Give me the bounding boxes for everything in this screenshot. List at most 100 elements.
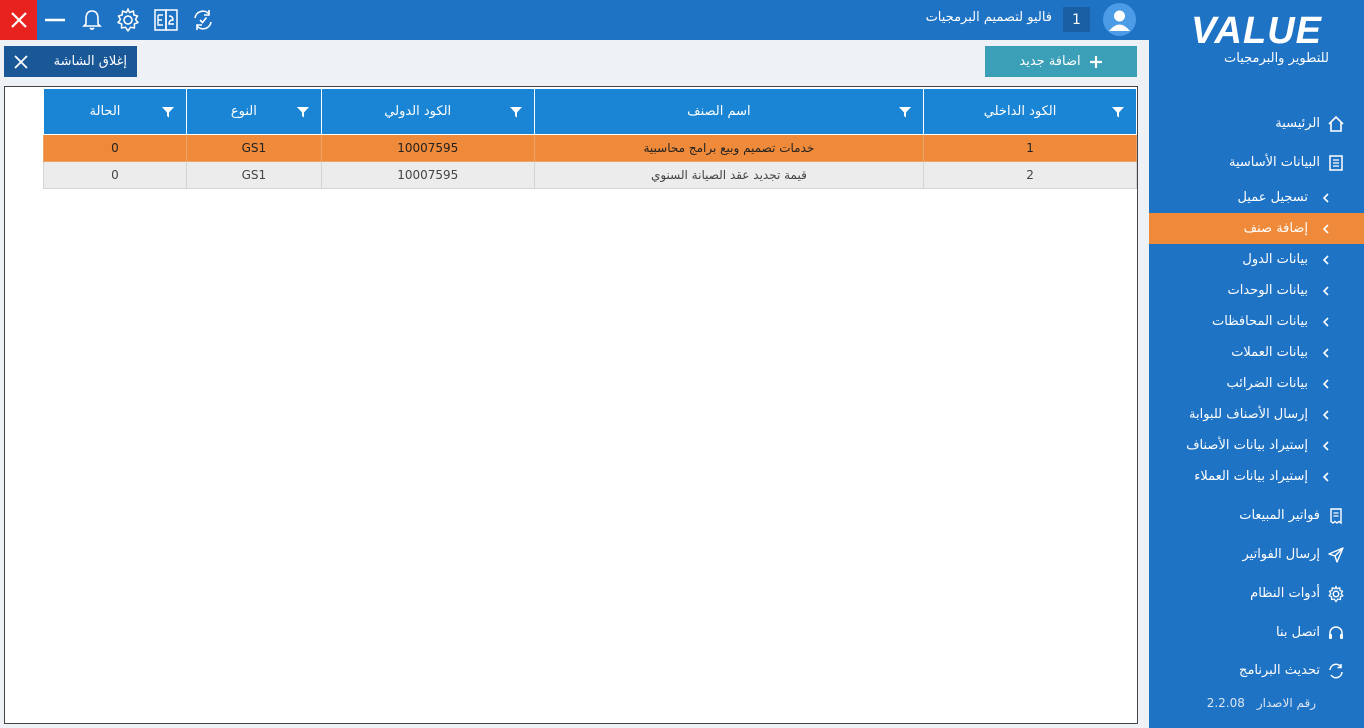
refresh-icon xyxy=(194,10,212,30)
sidebar-item-label: إرسال الأصناف للبوابة xyxy=(1189,407,1308,422)
sidebar-item-units[interactable]: بيانات الوحدات xyxy=(1149,275,1364,306)
items-grid-panel: الكود الداخلي اسم الصنف الكود الدولي الن… xyxy=(4,86,1138,724)
table-row[interactable]: 2 قيمة تجديد عقد الصيانة السنوي 10007595… xyxy=(43,161,1137,189)
close-screen-button[interactable]: إغلاق الشاشة xyxy=(4,46,137,77)
add-new-label: اضافة جديد xyxy=(1019,54,1081,69)
chevron-left-icon xyxy=(1316,374,1336,394)
close-icon xyxy=(10,12,27,28)
notifications-button[interactable] xyxy=(78,6,106,34)
sidebar-item-label: بيانات الدول xyxy=(1242,252,1308,267)
chevron-left-icon xyxy=(1316,312,1336,332)
sidebar-item-label: أدوات النظام xyxy=(1250,586,1320,601)
headset-icon xyxy=(1326,623,1346,643)
gear-icon xyxy=(117,8,139,32)
table-header-row: الكود الداخلي اسم الصنف الكود الدولي الن… xyxy=(43,88,1137,135)
column-header[interactable]: الكود الدولي xyxy=(320,88,535,135)
filter-icon[interactable] xyxy=(506,102,526,122)
sidebar-item-system-tools[interactable]: أدوات النظام xyxy=(1149,578,1364,609)
logo: VALUE للتطوير والبرمجيات xyxy=(1149,10,1364,66)
sidebar-item-taxes[interactable]: بيانات الضرائب xyxy=(1149,368,1364,399)
items-table: الكود الداخلي اسم الصنف الكود الدولي الن… xyxy=(43,88,1137,189)
user-avatar[interactable] xyxy=(1103,3,1136,36)
sidebar-item-label: إضافة صنف xyxy=(1243,221,1308,236)
chevron-left-icon xyxy=(1316,250,1336,270)
chevron-left-icon xyxy=(1316,188,1336,208)
chevron-left-icon xyxy=(1316,405,1336,425)
sidebar-item-label: الرئيسية xyxy=(1275,116,1320,131)
counter-badge: 1 xyxy=(1063,7,1090,32)
company-name: فاليو لتصميم البرمجيات xyxy=(925,10,1052,25)
chevron-left-icon xyxy=(1316,467,1336,487)
sidebar-item-add-item[interactable]: إضافة صنف xyxy=(1149,213,1364,244)
sidebar-item-send-invoices[interactable]: إرسال الفواتير xyxy=(1149,539,1364,570)
cell-status[interactable]: 0 xyxy=(43,161,187,189)
bell-icon xyxy=(82,10,102,30)
minimize-icon xyxy=(45,18,65,22)
sidebar: VALUE للتطوير والبرمجيات الرئيسية البيان… xyxy=(1149,0,1364,728)
sidebar-item-label: إستيراد بيانات العملاء xyxy=(1194,469,1308,484)
column-header-label: الحالة xyxy=(89,104,121,119)
column-header-label: اسم الصنف xyxy=(687,104,751,119)
language-icon xyxy=(154,9,178,31)
logo-subtitle: للتطوير والبرمجيات xyxy=(1224,51,1329,66)
close-icon xyxy=(14,54,28,69)
chevron-left-icon xyxy=(1316,436,1336,456)
sidebar-item-send-items[interactable]: إرسال الأصناف للبوابة xyxy=(1149,399,1364,430)
sidebar-item-contact-us[interactable]: اتصل بنا xyxy=(1149,617,1364,648)
sidebar-item-label: اتصل بنا xyxy=(1276,625,1320,640)
column-header[interactable]: الحالة xyxy=(43,88,187,135)
column-header[interactable]: اسم الصنف xyxy=(533,88,925,135)
minimize-button[interactable] xyxy=(41,6,69,34)
settings-button[interactable] xyxy=(114,6,142,34)
sidebar-item-label: بيانات الوحدات xyxy=(1227,283,1308,298)
sidebar-item-register-customer[interactable]: تسجيل عميل xyxy=(1149,182,1364,213)
user-icon xyxy=(1109,10,1130,31)
main-content: إغلاق الشاشة اضافة جديد الكود الداخلي اس… xyxy=(0,40,1149,728)
column-header-label: الكود الدولي xyxy=(384,104,452,119)
cell-type[interactable]: GS1 xyxy=(185,134,322,162)
sidebar-item-basic-data[interactable]: البيانات الأساسية xyxy=(1149,147,1364,178)
sidebar-item-countries[interactable]: بيانات الدول xyxy=(1149,244,1364,275)
cell-internal-code[interactable]: 2 xyxy=(923,161,1137,189)
language-button[interactable] xyxy=(152,6,180,34)
sidebar-item-governorates[interactable]: بيانات المحافظات xyxy=(1149,306,1364,337)
filter-icon[interactable] xyxy=(158,102,178,122)
filter-icon[interactable] xyxy=(895,102,915,122)
sidebar-item-label: إرسال الفواتير xyxy=(1242,547,1320,562)
column-header-label: الكود الداخلي xyxy=(983,104,1057,119)
column-header[interactable]: النوع xyxy=(185,88,322,135)
cell-international-code[interactable]: 10007595 xyxy=(320,134,535,162)
sidebar-item-sales-invoices[interactable]: فواتير المبيعات xyxy=(1149,500,1364,531)
chevron-left-icon xyxy=(1316,343,1336,363)
send-icon xyxy=(1326,545,1346,565)
cell-type[interactable]: GS1 xyxy=(185,161,322,189)
cell-item-name[interactable]: خدمات تصميم وبيع برامج محاسبية xyxy=(533,134,925,162)
sidebar-item-import-items[interactable]: إستيراد بيانات الأصناف xyxy=(1149,430,1364,461)
cell-internal-code[interactable]: 1 xyxy=(923,134,1137,162)
sidebar-item-update-program[interactable]: تحديث البرنامج xyxy=(1149,655,1364,686)
plus-icon xyxy=(1089,55,1102,68)
add-new-button[interactable]: اضافة جديد xyxy=(985,46,1137,77)
sidebar-item-label: تحديث البرنامج xyxy=(1239,663,1320,678)
cell-status[interactable]: 0 xyxy=(43,134,187,162)
filter-icon[interactable] xyxy=(1108,102,1128,122)
sidebar-item-currencies[interactable]: بيانات العملات xyxy=(1149,337,1364,368)
chevron-left-icon xyxy=(1316,219,1336,239)
logo-main: VALUE xyxy=(1191,10,1322,52)
refresh-button[interactable] xyxy=(189,6,217,34)
document-icon xyxy=(1326,153,1346,173)
close-window-button[interactable] xyxy=(0,0,37,40)
sidebar-item-home[interactable]: الرئيسية xyxy=(1149,108,1364,139)
column-header[interactable]: الكود الداخلي xyxy=(923,88,1137,135)
gear-icon xyxy=(1326,584,1346,604)
cell-item-name[interactable]: قيمة تجديد عقد الصيانة السنوي xyxy=(533,161,925,189)
version-info: رقم الاصدار 2.2.08 xyxy=(1207,696,1316,710)
sidebar-item-label: البيانات الأساسية xyxy=(1229,155,1320,170)
table-row[interactable]: 1 خدمات تصميم وبيع برامج محاسبية 1000759… xyxy=(43,134,1137,162)
cell-international-code[interactable]: 10007595 xyxy=(320,161,535,189)
receipt-icon xyxy=(1326,506,1346,526)
sidebar-item-import-customers[interactable]: إستيراد بيانات العملاء xyxy=(1149,461,1364,492)
filter-icon[interactable] xyxy=(293,102,313,122)
sidebar-item-label: تسجيل عميل xyxy=(1237,190,1308,205)
home-icon xyxy=(1326,114,1346,134)
